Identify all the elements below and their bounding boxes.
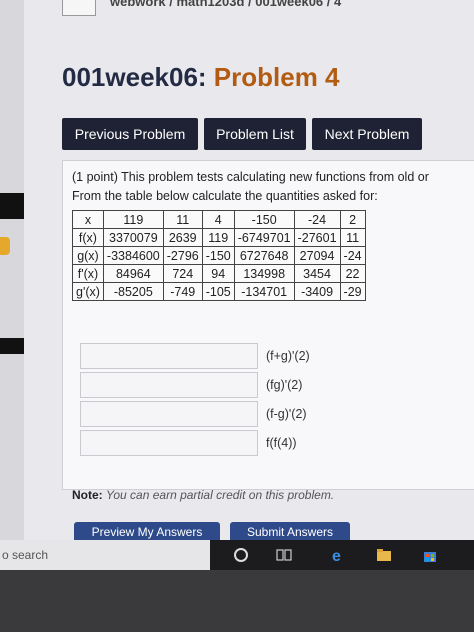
svg-text:e: e [332, 548, 341, 563]
note-label: Note: [72, 488, 103, 502]
table-cell: -150 [201, 246, 235, 265]
store-icon[interactable] [422, 547, 438, 563]
table-row-header: x [72, 210, 104, 229]
table-row: g'(x) -85205 -749 -105 -134701 -3409 -29 [72, 282, 366, 301]
table-cell: -24 [293, 210, 341, 229]
file-explorer-icon[interactable] [376, 547, 392, 563]
answer-input-f-of-f[interactable] [80, 430, 258, 456]
table-cell: -105 [201, 282, 235, 301]
left-sidebar-strip [0, 0, 24, 540]
submit-answers-button[interactable]: Submit Answers [230, 522, 350, 540]
table-row-header: f'(x) [72, 264, 104, 283]
partial-credit-note: Note: You can earn partial credit on thi… [72, 488, 334, 502]
answer-label: f(f(4)) [266, 436, 297, 450]
course-week: 001week06: [62, 62, 207, 92]
edge-browser-icon[interactable]: e [330, 547, 346, 563]
problem-instruction-line: From the table below calculate the quant… [72, 189, 378, 203]
table-cell: 11 [162, 210, 203, 229]
breadcrumb: ‹ webwork / math1203d / 001week06 / 4 [60, 0, 360, 20]
cortana-icon[interactable] [233, 547, 249, 563]
table-cell: 119 [201, 228, 235, 247]
table-cell: 3370079 [102, 228, 164, 247]
table-cell: -749 [162, 282, 203, 301]
table-cell: -6749701 [233, 228, 295, 247]
answer-row: (f+g)'(2) [80, 343, 370, 369]
table-cell: -3384600 [102, 246, 164, 265]
table-cell: 4 [201, 210, 235, 229]
table-cell: 11 [339, 228, 366, 247]
answer-row: f(f(4)) [80, 430, 370, 456]
table-cell: -24 [339, 246, 366, 265]
answer-input-fg-product-derivative[interactable] [80, 372, 258, 398]
answer-row: (f-g)'(2) [80, 401, 370, 427]
monitor-bezel [0, 570, 474, 632]
table-row: f(x) 3370079 2639 119 -6749701 -27601 11 [72, 228, 366, 247]
answer-label: (fg)'(2) [266, 378, 303, 392]
table-cell: -134701 [233, 282, 295, 301]
screen: ‹ webwork / math1203d / 001week06 / 4 00… [0, 0, 474, 540]
table-cell: 2 [339, 210, 366, 229]
table-row: x 119 11 4 -150 -24 2 [72, 210, 366, 229]
answer-label: (f-g)'(2) [266, 407, 307, 421]
answer-label: (f+g)'(2) [266, 349, 310, 363]
table-cell: 2639 [162, 228, 203, 247]
back-button[interactable]: ‹ [62, 0, 96, 16]
table-cell: 22 [339, 264, 366, 283]
answer-input-fg-sum-derivative[interactable] [80, 343, 258, 369]
table-row-header: g(x) [72, 246, 104, 265]
next-problem-button[interactable]: Next Problem [312, 118, 422, 150]
table-cell: -85205 [102, 282, 164, 301]
table-cell: 94 [201, 264, 235, 283]
table-cell: 134998 [233, 264, 295, 283]
table-row-header: f(x) [72, 228, 104, 247]
problem-intro-line: (1 point) This problem tests calculating… [72, 170, 429, 184]
preview-answers-button[interactable]: Preview My Answers [74, 522, 220, 540]
table-cell: 27094 [293, 246, 341, 265]
table-row-header: g'(x) [72, 282, 104, 301]
problem-number: Problem 4 [213, 62, 340, 92]
taskbar-search-box[interactable]: o search [0, 540, 210, 570]
note-text: You can earn partial credit on this prob… [106, 488, 335, 502]
problem-list-button[interactable]: Problem List [204, 118, 306, 150]
table-cell: -2796 [162, 246, 203, 265]
breadcrumb-text: webwork / math1203d / 001week06 / 4 [110, 0, 342, 9]
table-cell: -29 [339, 282, 366, 301]
sidebar-block[interactable] [0, 338, 24, 354]
table-cell: -150 [233, 210, 295, 229]
table-cell: 724 [162, 264, 203, 283]
table-row: g(x) -3384600 -2796 -150 6727648 27094 -24 [72, 246, 366, 265]
table-cell: 6727648 [233, 246, 295, 265]
chevron-left-icon: ‹ [77, 0, 81, 2]
page-title: 001week06: Problem 4 [62, 62, 340, 93]
problem-text: (1 point) This problem tests calculating… [72, 168, 474, 206]
table-row: f'(x) 84964 724 94 134998 3454 22 [72, 264, 366, 283]
table-cell: 84964 [102, 264, 164, 283]
sidebar-block[interactable] [0, 193, 24, 219]
table-cell: 119 [102, 210, 164, 229]
function-table: x 119 11 4 -150 -24 2 f(x) 3370079 2639 119 -674970… [72, 210, 366, 301]
taskbar: o search e [0, 540, 474, 570]
answer-input-fg-difference-derivative[interactable] [80, 401, 258, 427]
table-cell: 3454 [293, 264, 341, 283]
sidebar-highlight-tab[interactable] [0, 237, 10, 255]
table-cell: -3409 [293, 282, 341, 301]
previous-problem-button[interactable]: Previous Problem [62, 118, 198, 150]
table-cell: -27601 [293, 228, 341, 247]
answer-row: (fg)'(2) [80, 372, 370, 398]
task-view-icon[interactable] [276, 547, 292, 563]
